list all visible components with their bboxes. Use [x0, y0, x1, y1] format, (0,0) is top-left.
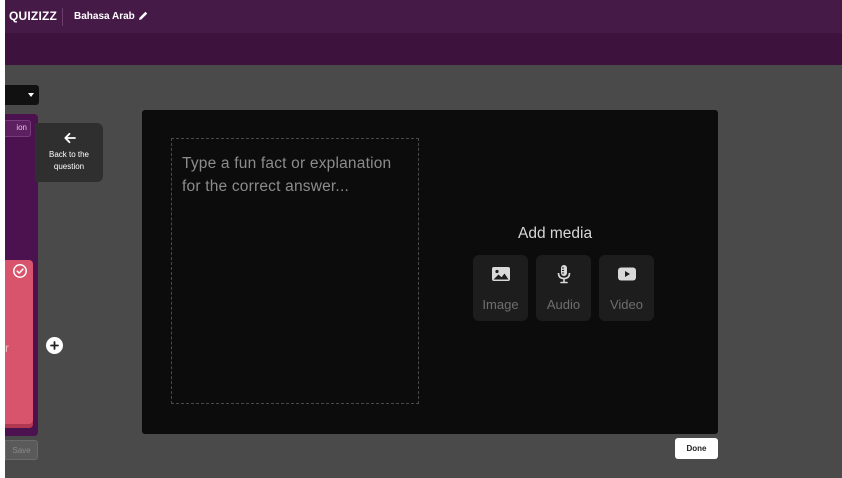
quiz-editor-app: QUIZIZZ Bahasa Arab ion r Save Back to t…: [5, 0, 842, 478]
sub-header-bar: [5, 33, 842, 65]
back-label-line1: Back to the: [48, 150, 90, 159]
audio-label: Audio: [546, 297, 581, 312]
image-icon: [491, 264, 511, 284]
explanation-placeholder: Type a fun fact or explanation for the c…: [182, 155, 392, 195]
add-audio-button[interactable]: Audio: [536, 255, 591, 321]
arrow-left-icon: [63, 131, 77, 145]
quizizz-logo[interactable]: QUIZIZZ: [9, 9, 57, 23]
back-to-question-label: Back to the question: [35, 149, 103, 173]
explanation-modal: Type a fun fact or explanation for the c…: [142, 110, 718, 434]
microphone-icon: [554, 264, 574, 284]
question-type-dropdown[interactable]: [5, 85, 39, 105]
image-label: Image: [482, 297, 519, 312]
header-divider: [62, 8, 63, 26]
video-play-icon: [617, 264, 637, 284]
back-to-question-button[interactable]: Back to the question: [35, 123, 103, 182]
done-button[interactable]: Done: [675, 438, 718, 459]
add-video-button[interactable]: Video: [599, 255, 654, 321]
check-circle-icon[interactable]: [12, 263, 28, 279]
add-option-button[interactable]: [46, 337, 63, 354]
quiz-title[interactable]: Bahasa Arab: [74, 11, 135, 22]
top-header: QUIZIZZ Bahasa Arab: [5, 0, 842, 33]
plus-icon: [50, 341, 59, 350]
caret-down-icon: [28, 93, 34, 97]
video-label: Video: [609, 297, 643, 312]
pencil-icon[interactable]: [135, 8, 151, 24]
explanation-tab-label: ion: [16, 123, 27, 132]
add-media-title: Add media: [518, 225, 593, 242]
explanation-text-area[interactable]: Type a fun fact or explanation for the c…: [171, 138, 419, 404]
answer-option-text[interactable]: r: [5, 341, 9, 355]
save-button[interactable]: Save: [5, 440, 38, 460]
back-label-line2: question: [53, 162, 85, 171]
explanation-tab[interactable]: ion: [5, 120, 31, 137]
answer-option-card[interactable]: [5, 260, 33, 428]
add-image-button[interactable]: Image: [473, 255, 528, 321]
